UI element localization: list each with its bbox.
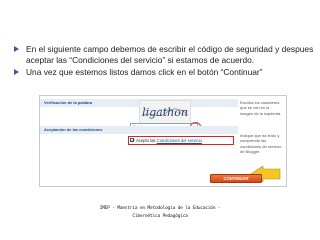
help-text-verification: Escriba los caracteres que se ven en la … bbox=[240, 100, 282, 116]
continue-button[interactable]: CONTINUAR bbox=[210, 174, 262, 183]
instruction-text-1: En el siguiente campo debemos de escribi… bbox=[26, 44, 314, 65]
highlight-rectangle bbox=[128, 136, 234, 145]
instruction-item-1: En el siguiente campo debemos de escribi… bbox=[14, 44, 314, 66]
instruction-item-2: Una vez que estemos listos damos click e… bbox=[14, 67, 314, 78]
section-terms-header: Aceptación de las condiciones bbox=[40, 126, 238, 134]
captcha-word: ligathon bbox=[142, 106, 188, 119]
help-text-terms: Indique que ha leído y comprende las con… bbox=[240, 133, 282, 155]
footer-line-1: IMEP - Maestría en Metodología de la Edu… bbox=[99, 206, 221, 211]
footer-line-2: Cibernética Pedagógica bbox=[132, 214, 188, 219]
bullet-arrow-icon bbox=[14, 69, 19, 75]
captcha-image: ligathon bbox=[139, 100, 191, 124]
instruction-text-2: Una vez que estemos listos damos click e… bbox=[26, 67, 263, 77]
instruction-list: En el siguiente campo debemos de escribi… bbox=[14, 44, 314, 79]
slide-footer: IMEP - Maestría en Metodología de la Edu… bbox=[0, 205, 320, 221]
captcha-word-image: ligathon bbox=[141, 106, 189, 119]
blogger-signup-screenshot: Verificación de la palabra ligathon liga… bbox=[39, 95, 287, 187]
bullet-arrow-icon bbox=[14, 46, 19, 52]
